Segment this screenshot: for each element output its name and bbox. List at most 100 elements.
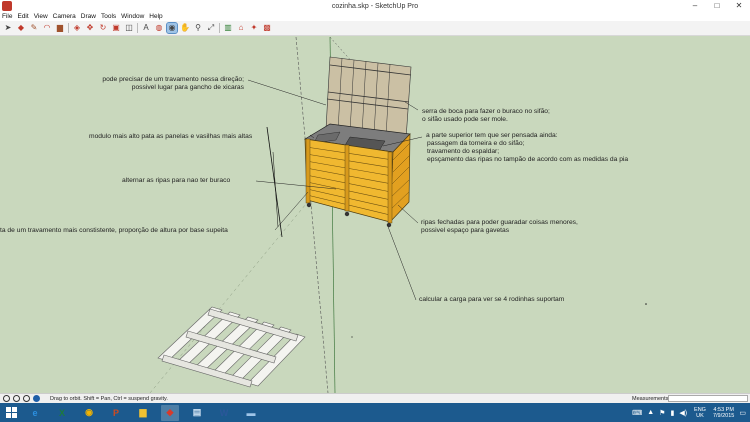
rectangle-icon[interactable]: ▆	[55, 23, 65, 33]
windows-start-icon[interactable]	[6, 407, 17, 418]
paint-bucket-icon[interactable]: ◍	[154, 23, 164, 33]
input-language[interactable]: ENG UK	[694, 407, 706, 419]
annotation-siphon-hole[interactable]: serra de boca para fazer o buraco no sif…	[422, 108, 550, 124]
volume-icon[interactable]: ◀)	[679, 409, 687, 417]
language-code: ENG	[694, 406, 706, 413]
rotate-icon[interactable]: ↻	[98, 23, 108, 33]
chrome-icon[interactable]: ◉	[80, 405, 98, 421]
word-icon[interactable]: W	[215, 405, 233, 421]
leader-line	[386, 223, 417, 301]
marker-line-left	[266, 126, 283, 238]
taskbar-apps: e X ◉ P ▆ ◆ ▤ W ▬	[26, 404, 269, 421]
windows-taskbar: e X ◉ P ▆ ◆ ▤ W ▬ ⌨ ▲ ⚑ ▮ ◀) ENG UK 4:53 PM 7/9/…	[0, 403, 750, 422]
annotation-line: ripas fechadas para poder guaradar coisa…	[421, 219, 578, 226]
annotation-alternate-slats[interactable]: alternar as ripas para nao ter buraco	[122, 177, 230, 185]
menu-bar: File Edit View Camera Draw Tools Window …	[0, 12, 750, 21]
ie-icon[interactable]: e	[26, 405, 44, 421]
push-pull-icon[interactable]: ◈	[72, 23, 82, 33]
sketchup-icon[interactable]: ◆	[161, 404, 179, 421]
menu-camera[interactable]: Camera	[53, 13, 76, 20]
leader-line	[397, 204, 419, 224]
drawing-viewport[interactable]: pode precisar de um travamento nessa dir…	[0, 37, 750, 393]
components-icon[interactable]: ▥	[223, 23, 233, 33]
arc-icon[interactable]: ◠	[42, 23, 52, 33]
leader-line	[247, 79, 327, 106]
annotation-closed-slats[interactable]: ripas fechadas para poder guaradar coisa…	[421, 219, 578, 235]
status-bar: Drag to orbit. Shift = Pan, Ctrl = suspe…	[0, 393, 750, 403]
user-icon[interactable]	[23, 395, 30, 402]
annotation-base-bracing[interactable]: ta de um travamento mais constistente, p…	[0, 227, 228, 235]
minimize-button[interactable]: –	[684, 0, 706, 12]
info-icon[interactable]	[33, 395, 40, 402]
measurements-input[interactable]	[668, 395, 748, 402]
notepad-icon[interactable]: ▤	[188, 405, 206, 421]
powerpoint-icon[interactable]: P	[107, 405, 125, 421]
title-bar: cozinha.skp - SketchUp Pro – □ ✕	[0, 0, 750, 12]
network-icon[interactable]: ▮	[670, 409, 674, 417]
leader-line	[274, 191, 309, 231]
menu-file[interactable]: File	[2, 13, 12, 20]
annotation-line: epsçamento das ripas no tampão de acordo…	[427, 156, 629, 163]
excel-icon[interactable]: X	[53, 405, 71, 421]
tool-bar: ➤ ◆ ✎ ◠ ▆ ◈ ✥ ↻ ▣ ◫ A ◍ ◉ ✋ ⚲ ⤢ ▥ ⌂ ✦ ▩	[0, 21, 750, 36]
eraser-icon[interactable]: ◆	[16, 23, 26, 33]
clock-time: 4:53 PM	[713, 406, 734, 413]
warehouse-icon[interactable]: ⌂	[236, 23, 246, 33]
orbit-icon[interactable]: ◉	[166, 22, 178, 34]
toolbar-separator	[68, 23, 69, 33]
notifications-icon[interactable]: ▭	[739, 409, 746, 417]
annotation-wheel-load[interactable]: calcular a carga para ver se 4 rodinhas …	[419, 296, 564, 304]
geo-location-icon[interactable]	[3, 395, 10, 402]
annotation-top-part[interactable]: a parte superior tem que ser pensada ain…	[426, 132, 628, 164]
system-tray: ⌨ ▲ ⚑ ▮ ◀) ENG UK 4:53 PM 7/9/2015 ▭	[627, 403, 746, 422]
pallet-model[interactable]	[157, 306, 306, 388]
stray-point	[645, 303, 647, 305]
annotation-tall-module[interactable]: modulo mais alto pata as panelas e vasil…	[89, 133, 252, 141]
annotation-line: pode precisar de um travamento nessa dir…	[102, 76, 244, 83]
layout-icon[interactable]: ▩	[262, 23, 272, 33]
marker-line-left-2	[272, 151, 279, 228]
annotation-bracing-direction[interactable]: pode precisar de um travamento nessa dir…	[40, 76, 244, 92]
annotation-line: serra de boca para fazer o buraco no sif…	[422, 108, 550, 115]
close-button[interactable]: ✕	[728, 0, 750, 12]
explorer-icon[interactable]: ▆	[134, 405, 152, 421]
annotation-line: o sifão usado pode ser mole.	[422, 116, 508, 123]
move-icon[interactable]: ✥	[85, 23, 95, 33]
measurements-label: Measurements	[632, 395, 669, 402]
show-hidden-icons-icon[interactable]: ▲	[647, 409, 654, 416]
select-arrow-icon[interactable]: ➤	[3, 23, 13, 33]
toolbar-separator	[137, 23, 138, 33]
keyboard-icon[interactable]: ⌨	[632, 409, 642, 417]
photos-icon[interactable]: ▬	[242, 405, 260, 421]
offset-icon[interactable]: ▣	[111, 23, 121, 33]
extension-icon[interactable]: ✦	[249, 23, 259, 33]
tape-measure-icon[interactable]: ◫	[124, 23, 134, 33]
annotation-line: possivel espaço para gavetas	[421, 227, 510, 234]
annotation-line: travamento do espaldar;	[427, 148, 500, 155]
credits-icon[interactable]	[13, 395, 20, 402]
cabinet-model[interactable]	[303, 56, 412, 228]
menu-draw[interactable]: Draw	[81, 13, 96, 20]
annotation-line: possivel lugar para gancho de xicaras	[131, 84, 244, 91]
menu-view[interactable]: View	[34, 13, 48, 20]
stray-point	[351, 336, 353, 338]
pencil-icon[interactable]: ✎	[29, 23, 39, 33]
annotation-line: a parte superior tem que ser pensada ain…	[426, 132, 558, 139]
annotation-line: passagem da torneira e do sifão;	[427, 140, 525, 147]
text-icon[interactable]: A	[141, 23, 151, 33]
wheel	[344, 211, 350, 217]
window-controls: – □ ✕	[684, 0, 750, 12]
menu-window[interactable]: Window	[121, 13, 144, 20]
zoom-icon[interactable]: ⚲	[193, 23, 203, 33]
wheel	[306, 202, 312, 208]
clock[interactable]: 4:53 PM 7/9/2015	[713, 407, 734, 419]
flag-icon[interactable]: ⚑	[659, 409, 665, 417]
zoom-extents-icon[interactable]: ⤢	[206, 23, 216, 33]
menu-edit[interactable]: Edit	[17, 13, 28, 20]
status-hint-text: Drag to orbit. Shift = Pan, Ctrl = suspe…	[50, 395, 168, 402]
menu-tools[interactable]: Tools	[101, 13, 116, 20]
window-title: cozinha.skp - SketchUp Pro	[331, 2, 419, 10]
menu-help[interactable]: Help	[149, 13, 162, 20]
maximize-button[interactable]: □	[706, 0, 728, 12]
pan-icon[interactable]: ✋	[180, 23, 190, 33]
